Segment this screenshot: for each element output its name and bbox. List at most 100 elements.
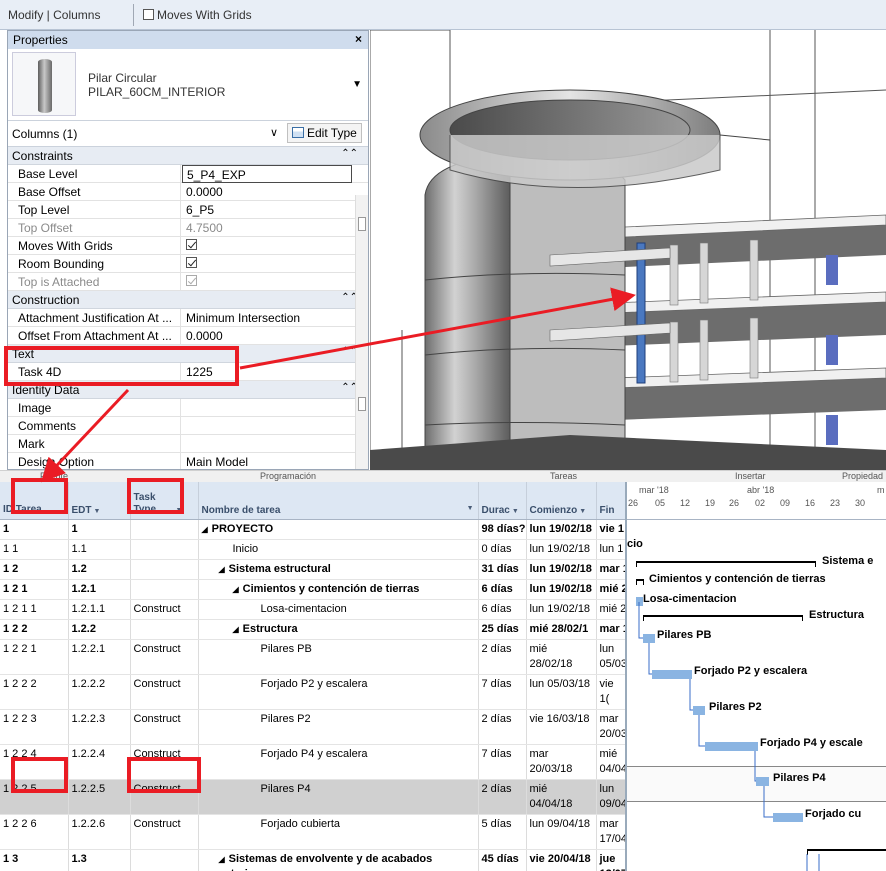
param-row[interactable]: Attachment Justification At ... Minimum I…	[8, 309, 368, 327]
cell-edt[interactable]: 1.2.2.1	[68, 639, 131, 675]
cell-edt[interactable]: 1.2.2.4	[68, 744, 131, 780]
cell-start[interactable]: lun 05/03/18	[526, 674, 597, 710]
table-row-selected[interactable]: 1 2 2 5 1.2.2.5 Construct Pilares P4 2 día…	[0, 779, 625, 815]
cell-type[interactable]: Construct	[130, 674, 199, 710]
cell-name[interactable]: Pilares PB	[198, 639, 479, 675]
cell-start[interactable]: mié 28/02/1	[526, 619, 597, 640]
collapse-triangle-icon[interactable]: ◢	[233, 585, 239, 594]
cell-id[interactable]: 1 2 2 6	[0, 814, 69, 850]
param-value[interactable]	[182, 255, 352, 273]
cell-id[interactable]: 1 2 1 1	[0, 599, 69, 620]
col-header-end[interactable]: Fin	[596, 482, 625, 520]
table-row[interactable]: 1 2 2 4 1.2.2.4 Construct Forjado P4 y esc…	[0, 744, 625, 780]
param-row[interactable]: Design Option Main Model	[8, 453, 368, 469]
checkbox-checked-icon[interactable]	[186, 257, 197, 268]
scroll-thumb[interactable]	[358, 397, 366, 411]
cell-type[interactable]	[130, 519, 199, 540]
cell-end[interactable]: mar 1	[596, 559, 625, 580]
table-row[interactable]: 1 2 2 1 1.2.2.1 Construct Pilares PB 2 día…	[0, 639, 625, 675]
param-row[interactable]: Top Level 6_P5	[8, 201, 368, 219]
cell-end[interactable]: mar 17/04	[596, 814, 625, 850]
cell-id[interactable]: 1	[0, 519, 69, 540]
collapse-triangle-icon[interactable]: ◢	[233, 625, 239, 634]
cell-edt[interactable]: 1	[68, 519, 131, 540]
cell-duration[interactable]: 98 días?	[478, 519, 527, 540]
col-header-duration[interactable]: Durac ▼	[478, 482, 527, 520]
cell-end[interactable]: mié 2	[596, 579, 625, 600]
group-constraints[interactable]: Constraints ⌃⌃	[8, 147, 368, 165]
table-row[interactable]: 1 2 1.2 ◢ Sistema estructural 31 días lun 1…	[0, 559, 625, 580]
cell-end[interactable]: lun 09/04	[596, 779, 625, 815]
properties-scrollbar[interactable]	[355, 195, 368, 469]
cell-edt[interactable]: 1.2.2.2	[68, 674, 131, 710]
cell-duration[interactable]: 2 días	[478, 709, 527, 745]
cell-edt[interactable]: 1.2.2.6	[68, 814, 131, 850]
cell-edt[interactable]: 1.2.1.1	[68, 599, 131, 620]
cell-duration[interactable]: 5 días	[478, 814, 527, 850]
cell-type[interactable]	[130, 579, 199, 600]
col-header-name[interactable]: Nombre de tarea ▼	[198, 482, 479, 520]
type-selector[interactable]: Pilar Circular PILAR_60CM_INTERIOR ▼	[8, 49, 368, 121]
collapse-icon[interactable]: ⌃⌃	[341, 148, 358, 159]
cell-start[interactable]: lun 19/02/18	[526, 579, 597, 600]
cell-duration[interactable]: 6 días	[478, 599, 527, 620]
cell-id[interactable]: 1 3	[0, 849, 69, 871]
cell-id[interactable]: 1 2 2	[0, 619, 69, 640]
cell-duration[interactable]: 7 días	[478, 674, 527, 710]
cell-duration[interactable]: 6 días	[478, 579, 527, 600]
collapse-triangle-icon[interactable]: ◢	[219, 855, 225, 864]
collapse-triangle-icon[interactable]: ◢	[202, 525, 208, 534]
cell-name[interactable]: Losa-cimentacion	[198, 599, 479, 620]
cell-edt[interactable]: 1.2.1	[68, 579, 131, 600]
cell-type[interactable]: Construct	[130, 814, 199, 850]
task-table[interactable]: ID Tarea EDT ▼ Task Type ▼ Nombre de tarea…	[0, 482, 625, 871]
param-value[interactable]: 6_P5	[182, 201, 352, 219]
gantt-chart[interactable]: mar '18 abr '18 m 26 05 12 19 26 02 09 1…	[625, 482, 886, 871]
cell-edt[interactable]: 1.3	[68, 849, 131, 871]
cell-start[interactable]: mié 04/04/18	[526, 779, 597, 815]
table-row[interactable]: 1 2 1 1.2.1 ◢ Cimientos y contención de ti…	[0, 579, 625, 600]
cell-start[interactable]: lun 19/02/18	[526, 519, 597, 540]
cell-type[interactable]	[130, 849, 199, 871]
checkbox-icon[interactable]	[143, 9, 154, 20]
cell-name[interactable]: Pilares P4	[198, 779, 479, 815]
cell-duration[interactable]: 45 días	[478, 849, 527, 871]
table-row[interactable]: 1 2 1 1 1.2.1.1 Construct Losa-cimentacion…	[0, 599, 625, 620]
cell-type[interactable]	[130, 559, 199, 580]
cell-name[interactable]: Forjado P4 y escalera	[198, 744, 479, 780]
param-value[interactable]: 5_P4_EXP	[182, 165, 352, 183]
param-row[interactable]: Mark	[8, 435, 368, 453]
cell-start[interactable]: lun 19/02/18	[526, 559, 597, 580]
cell-duration[interactable]: 2 días	[478, 639, 527, 675]
instance-selector[interactable]: Columns (1)	[12, 127, 77, 141]
checkbox-checked-icon[interactable]	[186, 239, 197, 250]
param-row[interactable]: Base Level 5_P4_EXP	[8, 165, 368, 183]
cell-start[interactable]: vie 20/04/18	[526, 849, 597, 871]
cell-id[interactable]: 1 2	[0, 559, 69, 580]
cell-name[interactable]: ◢ Cimientos y contención de tierras	[198, 579, 479, 600]
param-value[interactable]	[182, 417, 352, 435]
col-header-edt[interactable]: EDT ▼	[68, 482, 131, 520]
param-row[interactable]: Room Bounding	[8, 255, 368, 273]
cell-name[interactable]: Forjado P2 y escalera	[198, 674, 479, 710]
cell-name[interactable]: ◢ Sistema estructural	[198, 559, 479, 580]
param-value[interactable]: 0.0000	[182, 327, 352, 345]
cell-start[interactable]: lun 09/04/18	[526, 814, 597, 850]
cell-start[interactable]: mar 20/03/18	[526, 744, 597, 780]
close-icon[interactable]: ×	[355, 32, 362, 46]
param-value[interactable]	[182, 435, 352, 453]
cell-start[interactable]: lun 19/02/18	[526, 599, 597, 620]
cell-duration[interactable]: 0 días	[478, 539, 527, 560]
collapse-triangle-icon[interactable]: ◢	[219, 565, 225, 574]
selected-column[interactable]	[636, 242, 646, 384]
cell-id[interactable]: 1 2 2 2	[0, 674, 69, 710]
cell-duration[interactable]: 7 días	[478, 744, 527, 780]
param-row[interactable]: Moves With Grids	[8, 237, 368, 255]
cell-start[interactable]: vie 16/03/18	[526, 709, 597, 745]
cell-type[interactable]: Construct	[130, 599, 199, 620]
cell-end[interactable]: mar 1	[596, 619, 625, 640]
cell-name[interactable]: Forjado cubierta	[198, 814, 479, 850]
scroll-thumb[interactable]	[358, 217, 366, 231]
cell-duration[interactable]: 31 días	[478, 559, 527, 580]
table-row[interactable]: 1 2 2 2 1.2.2.2 Construct Forjado P2 y esc…	[0, 674, 625, 710]
